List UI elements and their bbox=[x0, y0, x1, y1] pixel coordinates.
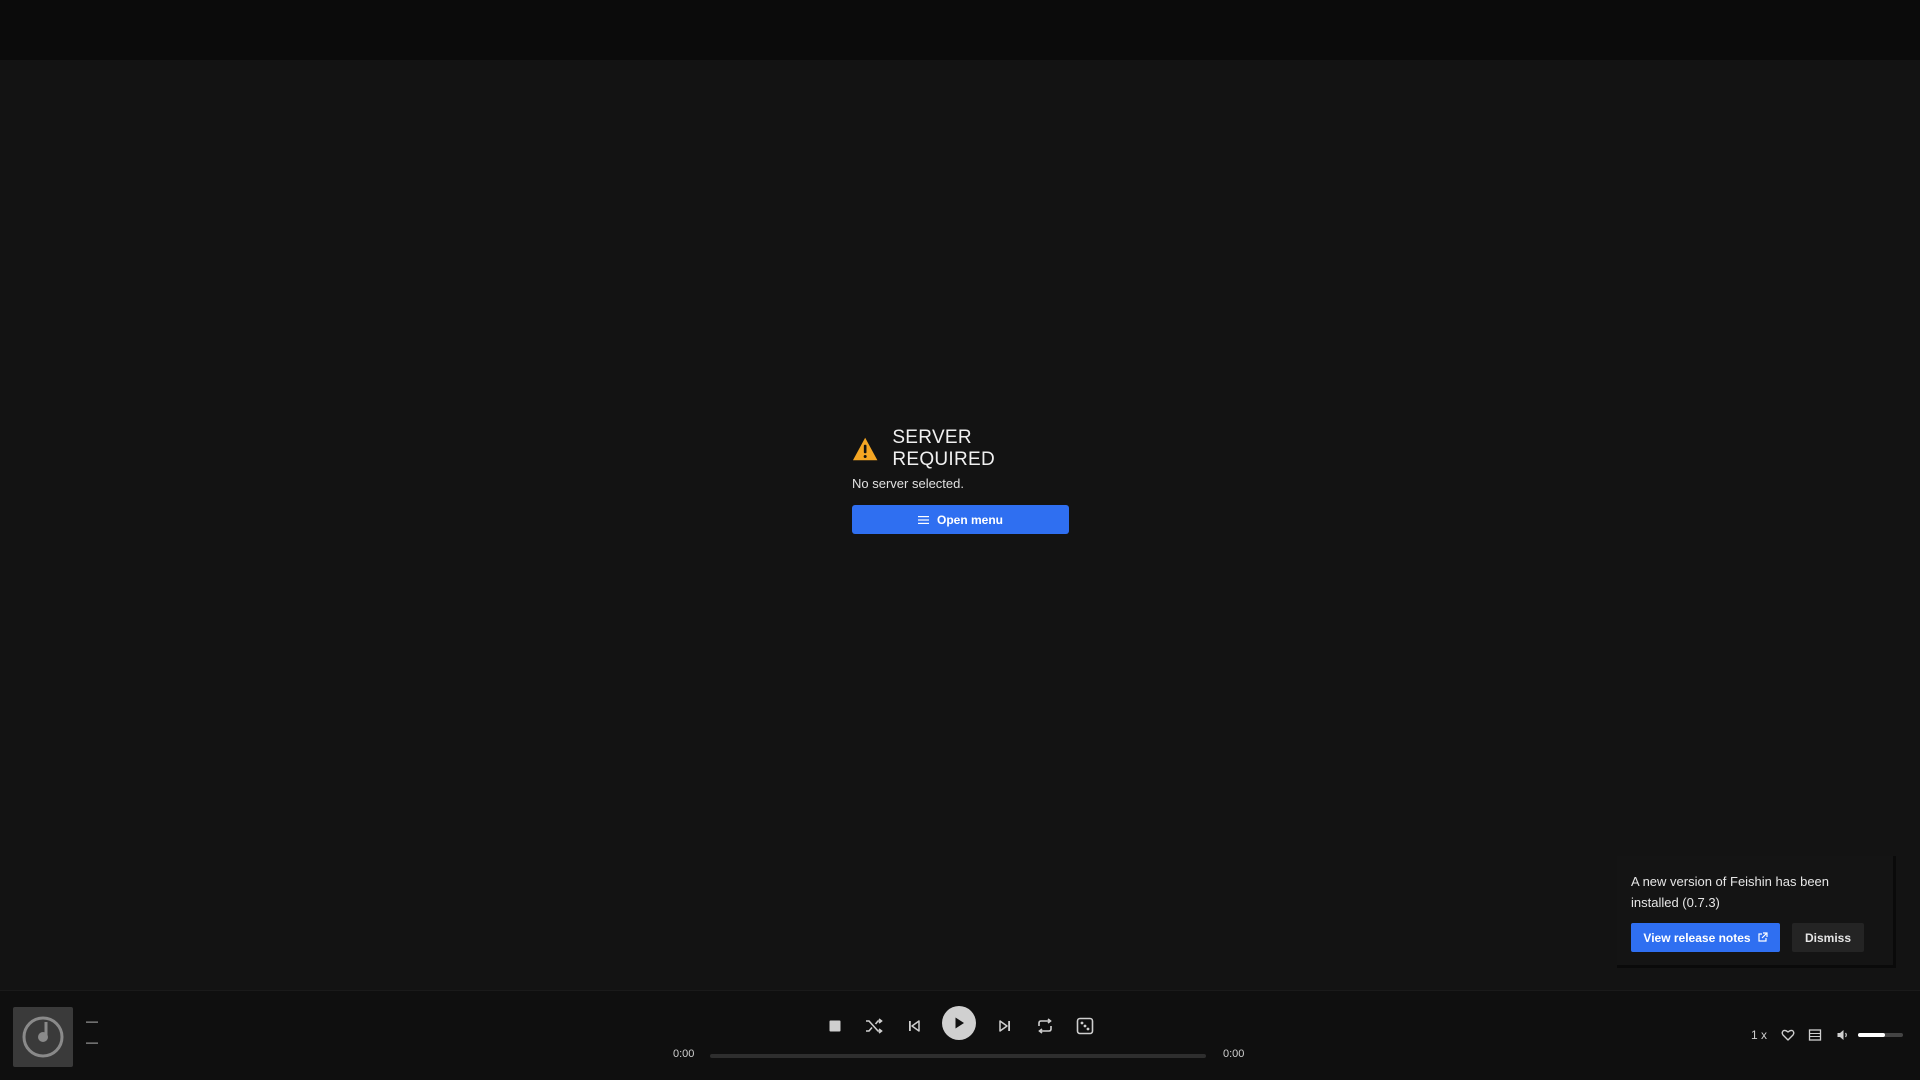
external-link-icon bbox=[1757, 932, 1768, 942]
shuffle-icon bbox=[866, 1018, 883, 1034]
previous-button[interactable] bbox=[900, 1012, 928, 1040]
volume-button[interactable] bbox=[1834, 1026, 1852, 1044]
seek-slider[interactable] bbox=[710, 1054, 1206, 1058]
queue-icon bbox=[1808, 1029, 1822, 1041]
play-button[interactable] bbox=[942, 1006, 976, 1040]
dismiss-button[interactable]: Dismiss bbox=[1792, 923, 1864, 952]
album-art[interactable] bbox=[13, 1007, 73, 1067]
title-bar bbox=[0, 0, 1920, 60]
view-release-notes-button[interactable]: View release notes bbox=[1631, 923, 1780, 952]
volume-slider[interactable] bbox=[1858, 1033, 1903, 1037]
placeholder-disc-icon bbox=[22, 1016, 64, 1058]
playback-speed-button[interactable]: 1 x bbox=[1751, 1028, 1767, 1042]
time-elapsed: 0:00 bbox=[673, 1048, 695, 1060]
queue-button[interactable] bbox=[1806, 1026, 1824, 1044]
warning-icon bbox=[852, 437, 878, 461]
next-icon bbox=[999, 1020, 1010, 1032]
next-button[interactable] bbox=[991, 1012, 1019, 1040]
random-icon bbox=[1076, 1017, 1094, 1035]
track-title[interactable]: — bbox=[86, 1014, 98, 1028]
update-notification: A new version of Feishin has been instal… bbox=[1617, 856, 1896, 968]
error-title: SERVER REQUIRED bbox=[892, 427, 996, 470]
update-message: A new version of Feishin has been instal… bbox=[1631, 874, 1830, 910]
volume-icon bbox=[1837, 1030, 1847, 1040]
volume-level bbox=[1858, 1033, 1885, 1037]
server-required-panel: SERVER REQUIRED No server selected. Open… bbox=[852, 427, 1069, 534]
open-menu-button[interactable]: Open menu bbox=[852, 505, 1069, 534]
error-message: No server selected. bbox=[852, 476, 964, 491]
error-header: SERVER REQUIRED bbox=[852, 427, 1069, 470]
heart-icon bbox=[1781, 1029, 1795, 1041]
stop-button[interactable] bbox=[821, 1012, 849, 1040]
random-button[interactable] bbox=[1071, 1012, 1099, 1040]
play-icon bbox=[955, 1017, 964, 1029]
stop-icon bbox=[829, 1020, 841, 1032]
repeat-icon bbox=[1038, 1018, 1052, 1034]
open-menu-label: Open menu bbox=[936, 512, 1003, 527]
repeat-button[interactable] bbox=[1031, 1012, 1059, 1040]
time-total: 0:00 bbox=[1223, 1048, 1245, 1060]
view-release-notes-label: View release notes bbox=[1643, 930, 1751, 945]
favorite-button[interactable] bbox=[1779, 1026, 1797, 1044]
previous-icon bbox=[909, 1020, 920, 1032]
track-artist[interactable]: — bbox=[86, 1035, 98, 1049]
menu-icon bbox=[917, 515, 929, 524]
shuffle-button[interactable] bbox=[860, 1012, 888, 1040]
